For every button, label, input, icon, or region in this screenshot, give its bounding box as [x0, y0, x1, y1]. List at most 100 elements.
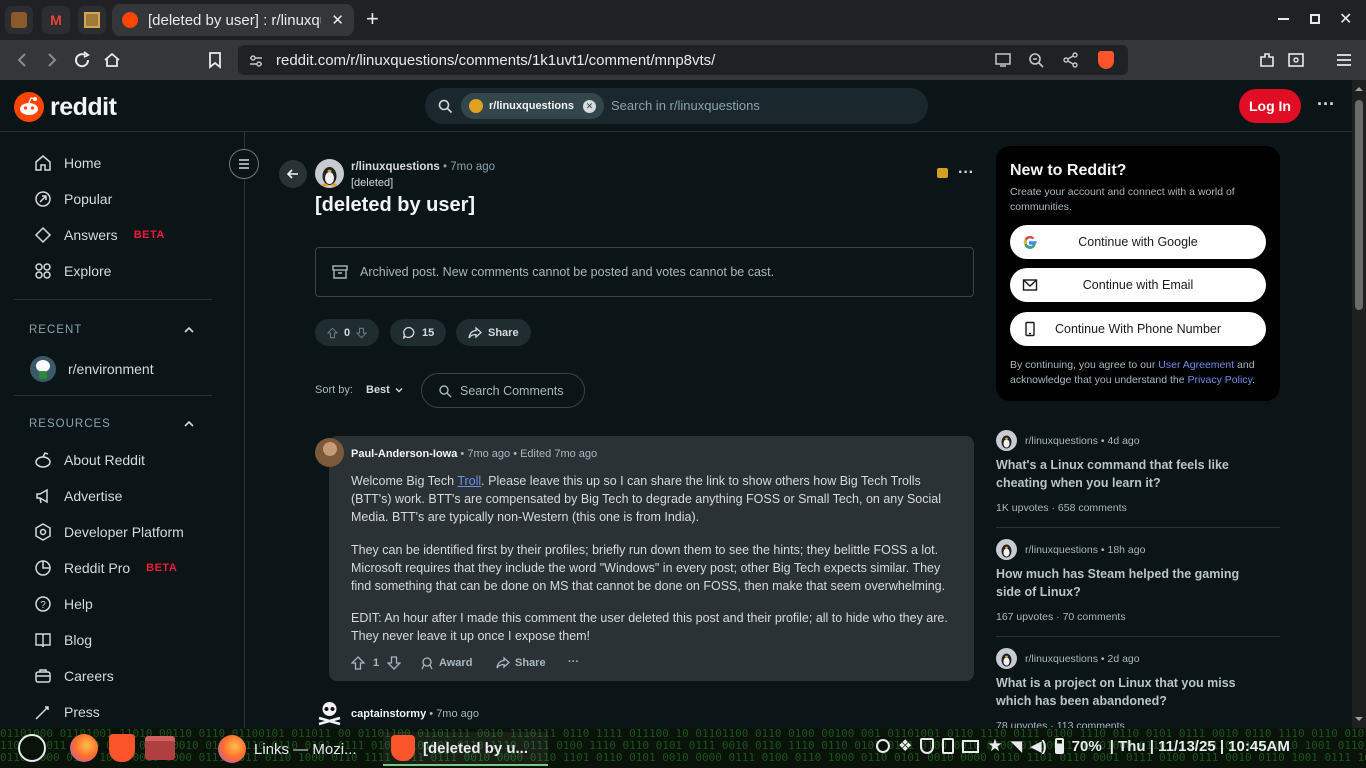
resource-blog[interactable]: Blog: [34, 631, 92, 649]
home-browser-icon[interactable]: [102, 50, 122, 70]
recent-heading[interactable]: RECENT: [29, 324, 82, 336]
resources-heading[interactable]: RESOURCES: [29, 418, 111, 430]
post-comments-button[interactable]: 15: [390, 319, 447, 346]
recent-item-environment[interactable]: r/environment: [30, 356, 154, 382]
power-icon[interactable]: [876, 739, 890, 753]
related-post[interactable]: r/linuxquestions • 2d ago What is a proj…: [996, 648, 1280, 728]
nav-explore[interactable]: Explore: [34, 262, 111, 280]
wifi-icon[interactable]: ◥: [1011, 737, 1023, 755]
chevron-up-icon[interactable]: [182, 417, 196, 431]
comment-more-options[interactable]: ···: [568, 656, 579, 668]
login-button[interactable]: Log In: [1239, 89, 1301, 123]
address-bar[interactable]: reddit.com/r/linuxquestions/comments/1k1…: [238, 45, 1128, 75]
pinned-tab-3[interactable]: [78, 6, 106, 34]
extensions-icon[interactable]: [1257, 50, 1277, 70]
related-title[interactable]: How much has Steam helped the gaming sid…: [996, 565, 1256, 601]
resource-reddit-pro[interactable]: Reddit Pro BETA: [34, 559, 177, 577]
troll-link[interactable]: Troll: [457, 474, 481, 488]
pinned-tab-2[interactable]: M: [42, 6, 70, 34]
wallet-icon[interactable]: [1286, 50, 1306, 70]
back-button[interactable]: [279, 160, 307, 188]
reddit-logo[interactable]: reddit: [14, 92, 117, 122]
search-input[interactable]: Search in r/linuxquestions: [611, 98, 760, 113]
sort-dropdown[interactable]: Best: [366, 384, 404, 396]
resource-help[interactable]: ? Help: [34, 595, 93, 613]
search-comments-input[interactable]: Search Comments: [421, 373, 585, 408]
post-share-button[interactable]: Share: [456, 319, 531, 346]
related-title[interactable]: What's a Linux command that feels like c…: [996, 456, 1256, 492]
clipboard-icon[interactable]: [942, 738, 955, 754]
dropbox-icon[interactable]: ❖: [898, 736, 912, 756]
pinned-tab-1[interactable]: [5, 6, 33, 34]
sidebar-toggle-button[interactable]: [229, 149, 259, 179]
zoom-icon[interactable]: [1028, 52, 1045, 69]
minimize-icon[interactable]: [1278, 18, 1289, 20]
subreddit-avatar[interactable]: [315, 159, 344, 188]
captainstormy-avatar[interactable]: [315, 698, 344, 726]
clear-chip-icon[interactable]: ✕: [583, 99, 596, 113]
comment-share-button[interactable]: Share: [496, 656, 546, 670]
more-options-icon[interactable]: ···: [1317, 94, 1335, 115]
reload-icon[interactable]: [72, 50, 92, 70]
upvote-icon[interactable]: [327, 326, 338, 340]
files-icon[interactable]: [145, 736, 175, 760]
resource-developer-platform[interactable]: Developer Platform: [34, 523, 184, 541]
resource-about-reddit[interactable]: About Reddit: [34, 451, 145, 469]
upvote-icon[interactable]: [351, 656, 365, 670]
related-post[interactable]: r/linuxquestions • 18h ago How much has …: [996, 539, 1280, 629]
comment-author-link[interactable]: Paul-Anderson-Iowa: [351, 448, 457, 460]
nav-home[interactable]: Home: [34, 154, 101, 172]
downvote-icon[interactable]: [356, 326, 367, 340]
chevron-up-icon[interactable]: [182, 323, 196, 337]
mint-menu-icon[interactable]: [18, 734, 46, 762]
downvote-icon[interactable]: [387, 656, 402, 670]
scroll-up-icon[interactable]: [1355, 85, 1363, 93]
active-tab[interactable]: [deleted by user] : r/linuxquestions ✕: [112, 4, 354, 36]
firefox-icon[interactable]: [70, 734, 98, 762]
clock[interactable]: | Thu | 11/13/25 | 10:45AM: [1110, 738, 1290, 755]
maximize-icon[interactable]: [1310, 14, 1320, 24]
volume-icon[interactable]: ◀): [1030, 737, 1047, 755]
forward-icon[interactable]: [42, 50, 62, 70]
site-info-icon[interactable]: [248, 53, 264, 69]
search-bar[interactable]: r/linuxquestions ✕ Search in r/linuxques…: [425, 88, 928, 124]
brave-shield-icon[interactable]: [1098, 51, 1114, 69]
close-window-icon[interactable]: ✕: [1339, 9, 1352, 29]
new-tab-button[interactable]: +: [366, 6, 379, 32]
share-url-icon[interactable]: [1062, 52, 1079, 69]
resource-advertise[interactable]: Advertise: [34, 487, 122, 505]
resource-press[interactable]: Press: [34, 703, 100, 721]
star-icon[interactable]: ★: [987, 736, 1002, 756]
post-subreddit-link[interactable]: r/linuxquestions: [351, 161, 440, 173]
user-agreement-link[interactable]: User Agreement: [1158, 359, 1234, 371]
scrollbar-thumb[interactable]: [1355, 100, 1363, 310]
nav-answers[interactable]: Answers BETA: [34, 226, 165, 244]
related-post[interactable]: r/linuxquestions • 4d ago What's a Linux…: [996, 430, 1280, 520]
battery-icon[interactable]: [1054, 738, 1064, 754]
nav-popular[interactable]: Popular: [34, 190, 112, 208]
back-icon[interactable]: [12, 50, 32, 70]
comment2-author-link[interactable]: captainstormy: [351, 708, 426, 720]
related-sub[interactable]: r/linuxquestions: [1025, 435, 1098, 447]
close-tab-icon[interactable]: ✕: [331, 11, 344, 29]
display-icon[interactable]: [962, 739, 980, 753]
privacy-policy-link[interactable]: Privacy Policy: [1187, 374, 1252, 386]
cast-icon[interactable]: [994, 52, 1012, 68]
brave-icon[interactable]: [109, 734, 135, 762]
commenter-avatar[interactable]: [315, 438, 344, 467]
related-title[interactable]: What is a project on Linux that you miss…: [996, 674, 1256, 710]
continue-phone-button[interactable]: Continue With Phone Number: [1010, 312, 1266, 346]
continue-google-button[interactable]: Continue with Google: [1010, 225, 1266, 259]
post-more-options-icon[interactable]: ···: [958, 164, 974, 182]
resource-careers[interactable]: Careers: [34, 667, 114, 685]
comment-award-button[interactable]: Award: [420, 656, 472, 670]
related-sub[interactable]: r/linuxquestions: [1025, 653, 1098, 665]
taskbar-app-brave[interactable]: [deleted by u...: [383, 732, 548, 766]
continue-email-button[interactable]: Continue with Email: [1010, 268, 1266, 302]
shield-icon[interactable]: [920, 738, 935, 754]
scroll-down-icon[interactable]: [1355, 715, 1363, 723]
related-sub[interactable]: r/linuxquestions: [1025, 544, 1098, 556]
menu-icon[interactable]: [1334, 50, 1354, 70]
bookmark-icon[interactable]: [205, 50, 225, 70]
page-scrollbar[interactable]: [1352, 80, 1366, 728]
